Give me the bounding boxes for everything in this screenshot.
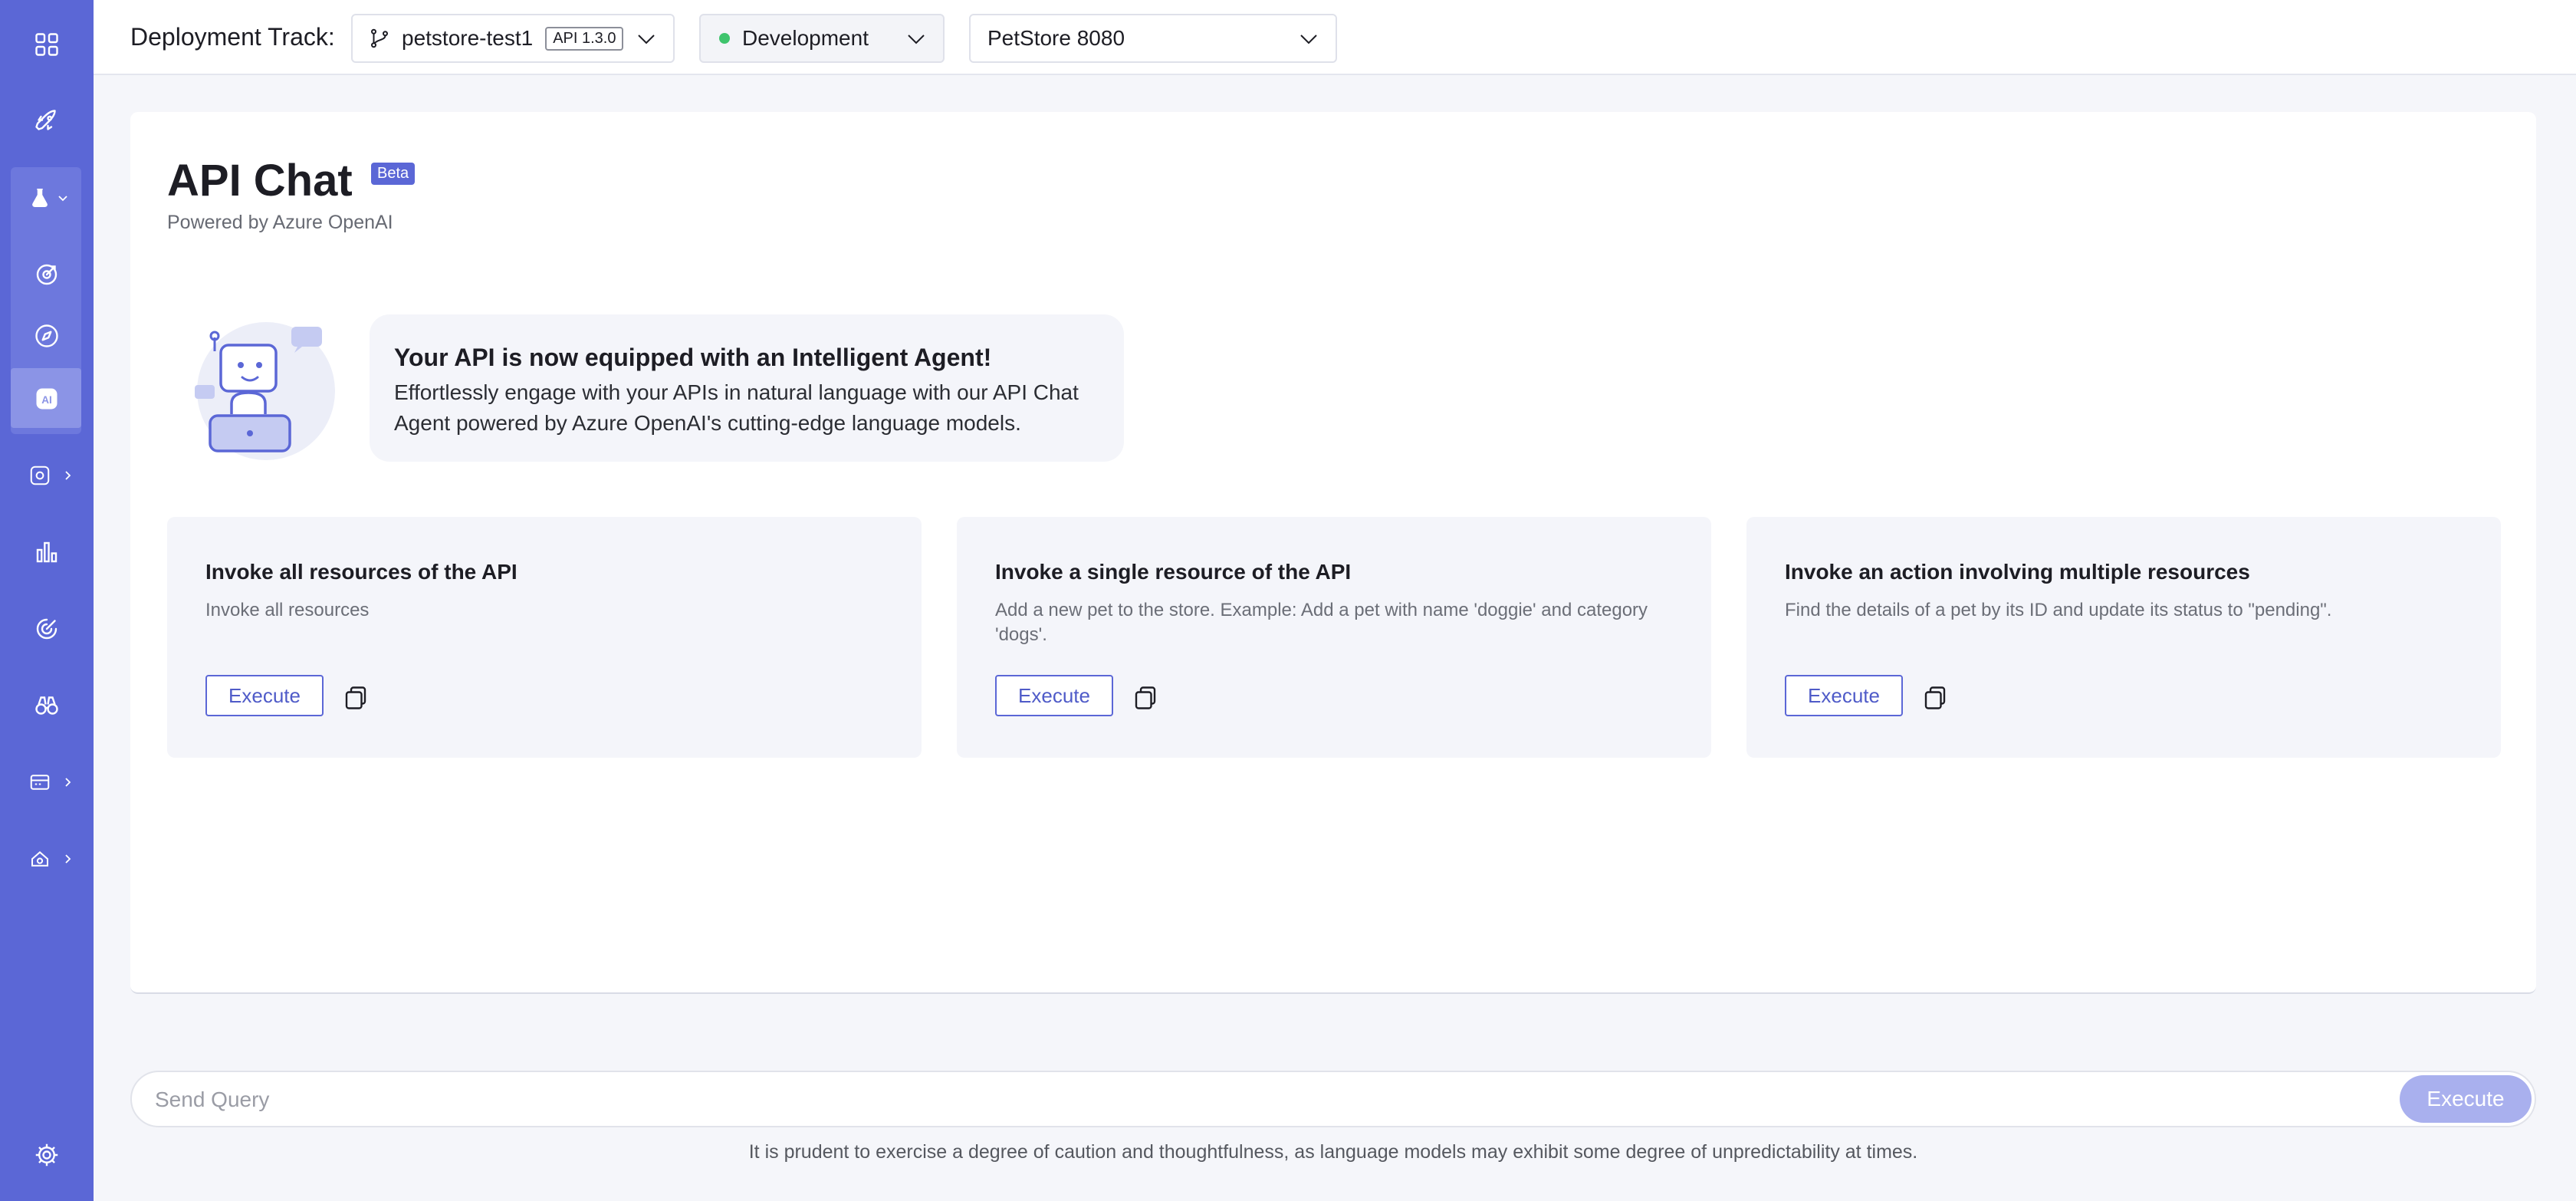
deployment-track-label: Deployment Track: [130, 23, 335, 51]
chevron-right-icon [65, 471, 71, 480]
copy-icon[interactable] [1132, 684, 1159, 712]
execute-button[interactable]: Execute [995, 675, 1113, 716]
chevron-right-icon [65, 854, 71, 864]
grid-icon [35, 33, 58, 56]
compass-icon [35, 324, 58, 347]
execute-button[interactable]: Execute [205, 675, 324, 716]
copy-icon[interactable] [1921, 684, 1949, 712]
gear-icon [35, 1143, 58, 1166]
flask-icon [32, 189, 48, 207]
card-description: Find the details of a pet by its ID and … [1785, 600, 2332, 620]
execute-button[interactable]: Execute [1785, 675, 1903, 716]
sidebar-item-settings-group[interactable] [0, 445, 94, 506]
sidebar-item-settings[interactable] [0, 1124, 94, 1186]
send-query-input[interactable] [155, 1081, 2363, 1118]
card-description: Invoke all resources [205, 600, 370, 620]
top-bar: Deployment Track: petstore-test1 API 1.3… [94, 0, 2576, 75]
sidebar-item-data[interactable] [0, 752, 94, 813]
beta-badge: Beta [371, 163, 416, 185]
rocket-icon [35, 110, 56, 130]
target-icon [36, 264, 58, 285]
suggestion-card-all-resources: Invoke all resources of the API Invoke a… [167, 517, 922, 758]
chevron-right-icon [65, 778, 71, 787]
branch-name: petstore-test1 [402, 26, 534, 50]
card-title: Invoke an action involving multiple reso… [1785, 560, 2250, 584]
suggestion-card-single-resource: Invoke a single resource of the API Add … [957, 517, 1711, 758]
cloud-gear-icon [31, 851, 48, 867]
api-chat-panel: API Chat Beta Powered by Azure OpenAI Yo… [130, 112, 2536, 994]
sidebar-item-functional[interactable] [0, 244, 94, 305]
chevron-down-icon [58, 196, 67, 202]
sidebar-item-overview[interactable] [0, 14, 94, 75]
sidebar-item-deploy[interactable] [0, 90, 94, 152]
sidebar-item-api-chat[interactable]: AI [0, 368, 94, 429]
environment-status-dot [719, 33, 730, 44]
suggestion-card-multiple-resources: Invoke an action involving multiple reso… [1746, 517, 2501, 758]
page-title: API Chat [167, 156, 353, 206]
sidebar-item-observe[interactable] [0, 675, 94, 736]
card-title: Invoke a single resource of the API [995, 560, 1352, 584]
environment-dropdown[interactable]: Development [699, 14, 945, 63]
sidebar-item-admin[interactable] [0, 828, 94, 890]
robot-illustration-icon [195, 322, 335, 460]
disclaimer-text: It is prudent to exercise a degree of ca… [748, 1141, 1918, 1163]
server-name: PetStore 8080 [987, 26, 1125, 50]
sidebar: AI [0, 0, 94, 1201]
environment-name: Development [742, 26, 869, 50]
chevron-down-icon [638, 35, 655, 44]
ai-icon: AI [36, 388, 58, 410]
card-title: Invoke all resources of the API [205, 560, 518, 584]
sidebar-item-explore[interactable] [0, 305, 94, 367]
chevron-down-icon [1300, 35, 1317, 44]
bar-chart-icon [36, 541, 58, 563]
server-dropdown[interactable]: PetStore 8080 [969, 14, 1337, 63]
query-bar: Execute [130, 1071, 2536, 1127]
agent-banner-title: Your API is now equipped with an Intelli… [394, 344, 992, 371]
svg-text:AI: AI [41, 394, 52, 406]
git-branch-icon [371, 28, 388, 48]
agent-banner-description: Effortlessly engage with your APIs in na… [394, 380, 1079, 435]
page-subtitle: Powered by Azure OpenAI [167, 212, 393, 233]
sidebar-item-test[interactable] [0, 167, 94, 229]
chevron-down-icon [908, 35, 925, 44]
radar-icon [36, 618, 58, 640]
branch-dropdown[interactable]: petstore-test1 API 1.3.0 [351, 14, 675, 63]
copy-icon[interactable] [342, 684, 370, 712]
binoculars-icon [35, 696, 58, 715]
api-version-badge: API 1.3.0 [545, 26, 624, 51]
database-icon [30, 775, 50, 790]
query-execute-button[interactable]: Execute [2400, 1075, 2532, 1123]
sidebar-item-monitor[interactable] [0, 598, 94, 660]
card-description: Add a new pet to the store. Example: Add… [995, 600, 1648, 645]
sidebar-item-analytics[interactable] [0, 522, 94, 583]
settings-gear-icon [30, 466, 50, 485]
